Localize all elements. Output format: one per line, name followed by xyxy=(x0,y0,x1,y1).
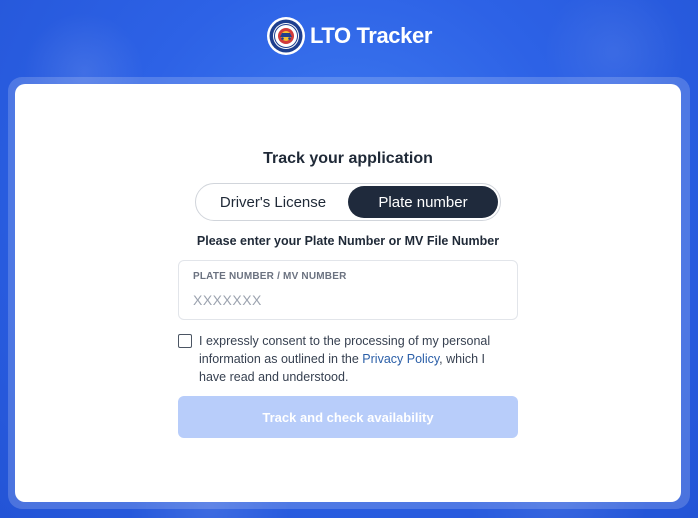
tracking-card: Track your application Driver's License … xyxy=(15,84,681,502)
lto-seal-icon xyxy=(267,17,306,55)
privacy-policy-link[interactable]: Privacy Policy xyxy=(362,352,439,366)
brand-name: LTO Tracker xyxy=(310,23,432,48)
track-button[interactable]: Track and check availability xyxy=(178,396,518,438)
instruction-text: Please enter your Plate Number or MV Fil… xyxy=(196,234,500,248)
page-title: Track your application xyxy=(263,150,433,167)
consent-text: I expressly consent to the processing of… xyxy=(199,332,514,386)
field-label: PLATE NUMBER / MV NUMBER xyxy=(193,271,347,282)
plate-number-field[interactable]: PLATE NUMBER / MV NUMBER xyxy=(178,260,518,320)
tracking-type-toggle: Driver's License Plate number xyxy=(195,183,501,221)
tab-plate-number[interactable]: Plate number xyxy=(348,186,498,218)
plate-number-input[interactable] xyxy=(193,288,503,312)
consent-checkbox[interactable] xyxy=(178,334,192,348)
header: LTO Tracker xyxy=(0,0,698,72)
brand[interactable]: LTO Tracker xyxy=(266,16,432,56)
tab-drivers-license[interactable]: Driver's License xyxy=(199,186,347,218)
